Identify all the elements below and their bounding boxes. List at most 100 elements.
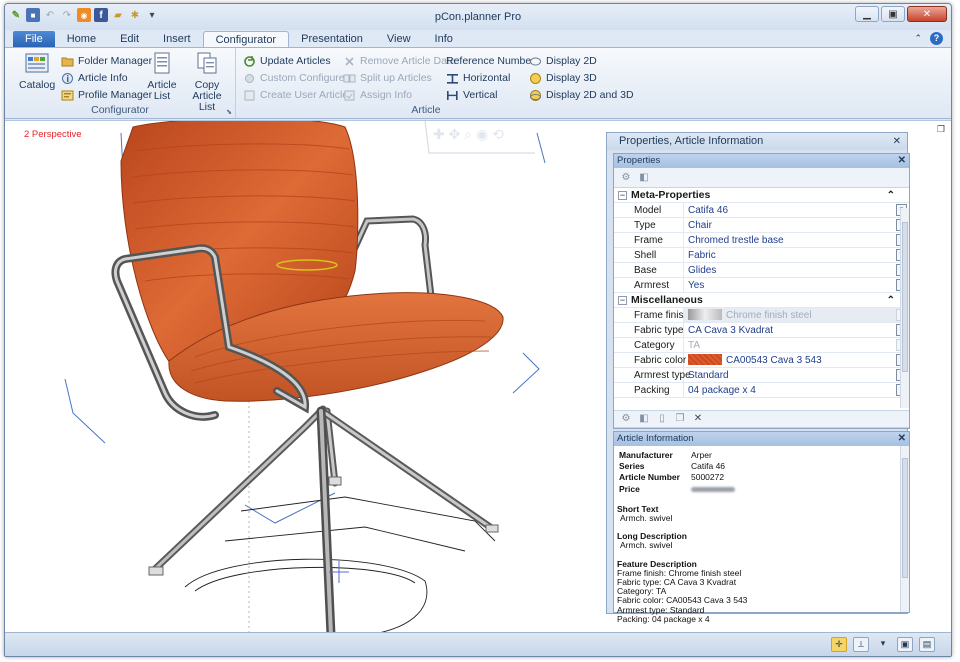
properties-panel: Properties, Article Information ✕ Proper… <box>606 132 910 624</box>
tab-file[interactable]: File <box>13 31 55 48</box>
restore-viewport-icon[interactable]: ❐ <box>937 124 945 135</box>
series-value: Catifa 46 <box>691 461 726 472</box>
collapse-arrows-icon[interactable]: ⌃ <box>887 188 895 203</box>
tab-view[interactable]: View <box>375 31 423 48</box>
display-2d-button[interactable]: Display 2D <box>529 53 597 69</box>
property-value[interactable]: Catifa 46▼ <box>684 203 907 217</box>
help-icon[interactable]: ? <box>930 32 943 45</box>
reference-number-label: Reference Number <box>446 55 535 67</box>
delete-icon[interactable]: ✕ <box>692 413 704 425</box>
group-launcher-icon[interactable]: ⬊ <box>226 108 232 116</box>
property-value[interactable]: TA▼ <box>684 338 907 352</box>
property-value[interactable]: Glides▼ <box>684 263 907 277</box>
profile-manager-button[interactable]: Profile Manager <box>61 87 152 103</box>
property-value[interactable]: CA Cava 3 Kvadrat▼ <box>684 323 907 337</box>
property-row[interactable]: BaseGlides▼ <box>614 263 909 278</box>
tab-edit[interactable]: Edit <box>108 31 151 48</box>
display-2d-3d-button[interactable]: Display 2D and 3D <box>529 87 634 103</box>
property-key: Model <box>614 203 684 217</box>
property-value[interactable]: CA00543 Cava 3 543▼ <box>684 353 907 367</box>
settings-icon[interactable]: ⚙ <box>620 172 632 184</box>
configurator-group: Catalog Folder Manager Article Info Prof… <box>5 48 236 118</box>
property-value-text: Chrome finish steel <box>726 310 812 321</box>
tab-insert[interactable]: Insert <box>151 31 203 48</box>
close-article-info-icon[interactable]: ✕ <box>898 432 906 446</box>
assign-icon <box>344 90 355 100</box>
custom-configure-button[interactable]: Custom Configure <box>243 70 345 86</box>
split-up-articles-button[interactable]: Split up Articles <box>343 70 432 86</box>
collapse-arrows-icon[interactable]: ⌃ <box>887 293 895 308</box>
property-row[interactable]: TypeChair▼ <box>614 218 909 233</box>
ribbon: Catalog Folder Manager Article Info Prof… <box>5 47 951 119</box>
property-row[interactable]: Packing04 package x 4▼ <box>614 383 909 398</box>
remove-article-data-button[interactable]: Remove Article Data <box>343 53 456 69</box>
settings-icon[interactable]: ⚙ <box>620 413 632 425</box>
vertical-button[interactable]: Vertical <box>446 87 497 103</box>
property-value[interactable]: Chrome finish steel▼ <box>684 308 907 322</box>
price-blurred <box>691 486 735 492</box>
meta-properties-section[interactable]: − Meta-Properties ⌃ <box>614 188 909 203</box>
properties-toolbar: ⚙ ◧ <box>614 168 909 188</box>
article-list-button[interactable]: Article List <box>145 52 179 102</box>
property-value[interactable]: Chair▼ <box>684 218 907 232</box>
chair-model-3d[interactable]: ✚ ✥ ⌕ ◉ ⟲ <box>5 121 605 635</box>
create-user-article-button[interactable]: Create User Article <box>243 87 348 103</box>
property-value[interactable]: Chromed trestle base▼ <box>684 233 907 247</box>
property-key: Armrest <box>614 278 684 292</box>
horizontal-button[interactable]: Horizontal <box>446 70 510 86</box>
maximize-button[interactable]: ▣ <box>881 6 905 22</box>
chrome-swatch <box>688 309 722 320</box>
assign-info-button[interactable]: Assign Info <box>343 87 412 103</box>
collapse-icon[interactable]: − <box>618 191 627 200</box>
article-info-button[interactable]: Article Info <box>61 70 128 86</box>
3d-viewport[interactable]: 2 Perspective ❐ ✚ ✥ ⌕ ◉ ⟲ Properties, Ar… <box>5 120 951 635</box>
miscellaneous-section[interactable]: − Miscellaneous ⌃ <box>614 293 909 308</box>
tab-info[interactable]: Info <box>423 31 465 48</box>
property-row[interactable]: ModelCatifa 46▼ <box>614 203 909 218</box>
property-row[interactable]: FrameChromed trestle base▼ <box>614 233 909 248</box>
property-value[interactable]: Fabric▼ <box>684 248 907 262</box>
remove-icon <box>345 56 354 66</box>
collapse-icon[interactable]: − <box>618 296 627 305</box>
panel-toggle-icon[interactable]: ▤ <box>919 637 935 652</box>
tab-configurator[interactable]: Configurator <box>202 31 290 48</box>
title-bar: ✎ ■ ↶ ↷ ◉ f ▰ ✱ ▾ pCon.planner Pro ▁ ▣ ✕ <box>5 4 951 30</box>
property-row[interactable]: Fabric typeCA Cava 3 Kvadrat▼ <box>614 323 909 338</box>
article-info-scrollbar[interactable] <box>900 446 909 612</box>
collapse-ribbon-icon[interactable]: ⌃ <box>914 33 922 44</box>
minimize-button[interactable]: ▁ <box>855 6 879 22</box>
short-text-value: Armch. swivel <box>620 513 673 524</box>
property-value-text: TA <box>688 340 701 351</box>
user-article-icon <box>244 90 255 100</box>
close-properties-icon[interactable]: ✕ <box>898 154 906 168</box>
copy-list-icon <box>197 52 217 74</box>
property-row[interactable]: Frame finishChrome finish steel▼ <box>614 308 909 323</box>
display-2d-icon <box>530 57 541 65</box>
dropdown-icon[interactable]: ▾ <box>875 637 891 652</box>
property-row[interactable]: ArmrestYes▼ <box>614 278 909 293</box>
property-key: Frame <box>614 233 684 247</box>
property-row[interactable]: Fabric colorCA00543 Cava 3 543▼ <box>614 353 909 368</box>
ortho-icon[interactable]: ⟂ <box>853 637 869 652</box>
properties-scrollbar[interactable] <box>900 208 909 408</box>
property-value[interactable]: 04 package x 4▼ <box>684 383 907 397</box>
snap-icon[interactable]: ✛ <box>831 637 847 652</box>
close-button[interactable]: ✕ <box>907 6 947 22</box>
display-3d-button[interactable]: Display 3D <box>529 70 597 86</box>
property-row[interactable]: ShellFabric▼ <box>614 248 909 263</box>
property-row[interactable]: CategoryTA▼ <box>614 338 909 353</box>
folder-manager-button[interactable]: Folder Manager <box>61 53 152 69</box>
layout-icon[interactable]: ▣ <box>897 637 913 652</box>
property-value[interactable]: Yes▼ <box>684 278 907 292</box>
tab-presentation[interactable]: Presentation <box>289 31 375 48</box>
tab-home[interactable]: Home <box>55 31 108 48</box>
copy-icon[interactable]: ❐ <box>674 413 686 425</box>
cube-icon[interactable]: ◧ <box>638 413 650 425</box>
document-icon[interactable]: ▯ <box>656 413 668 425</box>
property-row[interactable]: Armrest typeStandard▼ <box>614 368 909 383</box>
close-panel-icon[interactable]: ✕ <box>893 133 901 150</box>
catalog-button[interactable]: Catalog <box>19 52 55 91</box>
cube-icon[interactable]: ◧ <box>638 172 650 184</box>
update-articles-button[interactable]: Update Articles <box>243 53 331 69</box>
property-value[interactable]: Standard▼ <box>684 368 907 382</box>
